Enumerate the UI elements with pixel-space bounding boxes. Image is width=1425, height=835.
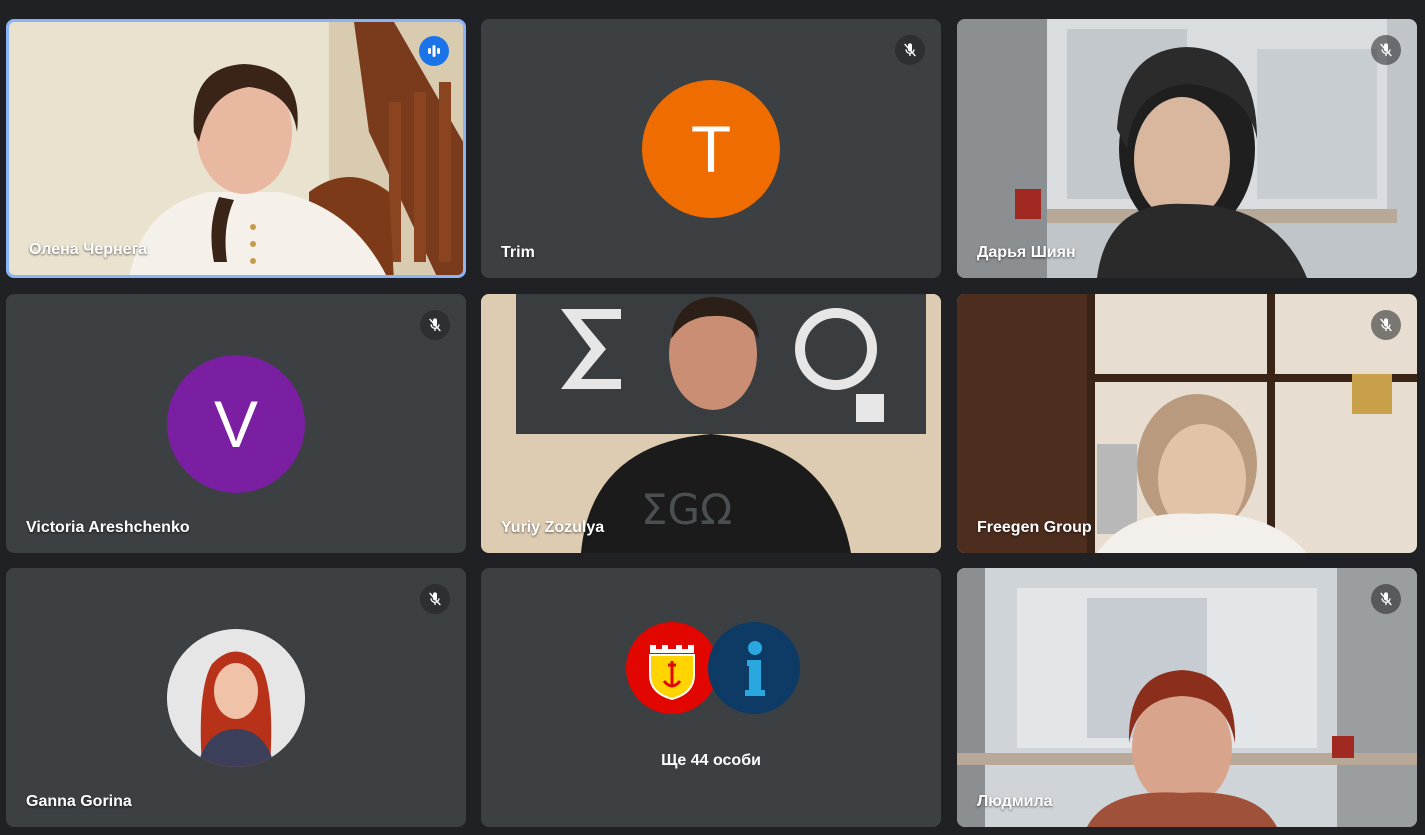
avatar-initial: V (213, 386, 259, 461)
mic-off-icon (420, 310, 450, 340)
participant-name: Trim (501, 244, 535, 261)
video-feed (957, 568, 1417, 827)
video-feed (957, 19, 1417, 278)
mic-off-icon (895, 35, 925, 65)
mic-off-icon (420, 584, 450, 614)
city-coat-of-arms-icon (626, 622, 718, 714)
video-feed (957, 294, 1417, 553)
participant-tile-olena[interactable]: Олена Чернега (6, 19, 466, 278)
participant-tile-lyudmyla[interactable]: Людмила (957, 568, 1417, 827)
participant-tile-freegen[interactable]: Freegen Group (957, 294, 1417, 553)
participant-tile-darya[interactable]: Дарья Шиян (957, 19, 1417, 278)
participant-name: Дарья Шиян (977, 244, 1076, 261)
participant-tile-victoria[interactable]: V Victoria Areshchenko (6, 294, 466, 553)
participant-name: Ganna Gorina (26, 793, 132, 810)
mic-off-icon (1371, 584, 1401, 614)
participant-tile-trim[interactable]: T Trim (481, 19, 941, 278)
participant-tile-ganna[interactable]: Ganna Gorina (6, 568, 466, 827)
participant-name: Олена Чернега (29, 241, 148, 258)
participant-name: Людмила (977, 793, 1053, 810)
avatar: T (642, 79, 780, 218)
speaking-indicator-icon (419, 36, 449, 66)
svg-text:ΣGΩ: ΣGΩ (641, 485, 732, 534)
participant-tile-yuriy[interactable]: ΣGΩ Yuriy Zozulya (481, 294, 941, 553)
avatar-initial: T (690, 111, 732, 186)
avatar: V (167, 354, 305, 493)
video-feed (9, 22, 463, 275)
avatar (167, 628, 305, 767)
participant-name: Yuriy Zozulya (501, 519, 605, 536)
overflow-label: Ще 44 особи (661, 752, 761, 769)
overflow-participants-tile[interactable]: Ще 44 особи (481, 568, 941, 827)
participant-name: Victoria Areshchenko (26, 519, 190, 536)
video-feed: ΣGΩ (481, 294, 941, 553)
participant-name: Freegen Group (977, 519, 1092, 536)
mic-off-icon (1371, 35, 1401, 65)
mic-off-icon (1371, 310, 1401, 340)
info-i-icon (708, 622, 800, 714)
